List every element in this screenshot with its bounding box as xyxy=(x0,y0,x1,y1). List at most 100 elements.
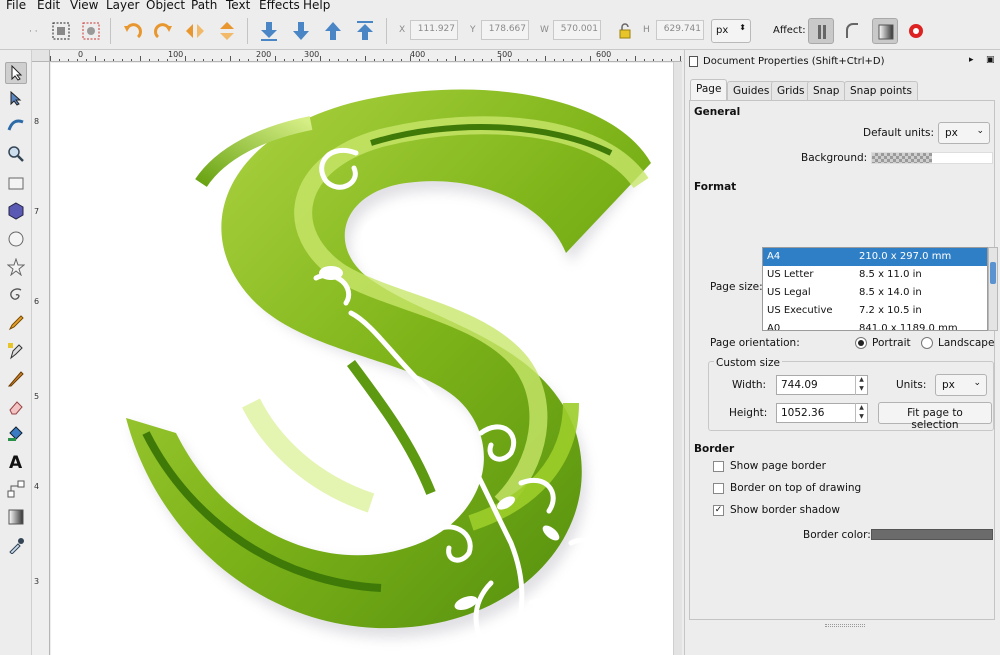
format-heading: Format xyxy=(694,181,737,193)
border-on-top-label: Border on top of drawing xyxy=(730,482,862,494)
menu-help[interactable]: Help xyxy=(303,0,330,12)
height-value: 1052.36 xyxy=(781,407,825,419)
star-tool-icon[interactable] xyxy=(5,256,27,278)
menu-layer[interactable]: Layer xyxy=(106,0,139,12)
eraser-tool-icon[interactable] xyxy=(5,396,27,418)
vertical-ruler[interactable]: 8 7 6 5 4 3 xyxy=(32,62,50,655)
menu-path[interactable]: Path xyxy=(191,0,217,12)
panel-resize-grip[interactable] xyxy=(825,624,865,627)
scrollbar-thumb[interactable] xyxy=(990,262,996,284)
tweak-tool-icon[interactable] xyxy=(5,114,27,136)
border-on-top-checkbox[interactable] xyxy=(713,483,724,494)
x-label: X xyxy=(399,25,406,35)
ruler-corner xyxy=(32,50,50,62)
width-spinner-icon[interactable]: ▲ ▼ xyxy=(855,375,867,395)
y-field[interactable]: 178.667 xyxy=(481,20,529,40)
pen-tool-icon[interactable] xyxy=(5,340,27,362)
width-label: Width: xyxy=(732,379,767,391)
show-page-border-checkbox[interactable] xyxy=(713,461,724,472)
x-field[interactable]: 111.927 xyxy=(410,20,458,40)
node-tool-icon[interactable] xyxy=(5,88,27,110)
menu-effects[interactable]: Effects xyxy=(259,0,300,12)
unit-select[interactable]: px ⬍ xyxy=(711,19,751,43)
rotate-ccw-icon[interactable] xyxy=(120,18,146,44)
affect-patterns-button[interactable] xyxy=(903,18,929,44)
background-color-swatch[interactable] xyxy=(871,152,993,164)
select-all-layers-button[interactable] xyxy=(78,18,104,44)
h-field[interactable]: 629.741 xyxy=(656,20,704,40)
units-select[interactable]: px ⌄ xyxy=(935,374,987,396)
lock-icon[interactable] xyxy=(612,18,638,44)
lower-to-bottom-icon[interactable] xyxy=(256,18,282,44)
dropper-tool-icon[interactable] xyxy=(5,534,27,556)
green-s-artwork xyxy=(126,89,651,655)
page-size-label: Page size: xyxy=(710,281,763,293)
width-field[interactable]: 744.09 ▲ ▼ xyxy=(776,375,868,395)
calligraphy-tool-icon[interactable] xyxy=(5,368,27,390)
list-item[interactable]: US Letter 8.5 x 11.0 in xyxy=(763,266,987,284)
default-units-select[interactable]: px ⌄ xyxy=(938,122,990,144)
affect-stroke-width-button[interactable] xyxy=(808,18,834,44)
raise-to-top-icon[interactable] xyxy=(352,18,378,44)
connector-tool-icon[interactable] xyxy=(5,478,27,500)
flip-horizontal-icon[interactable] xyxy=(182,18,208,44)
border-heading: Border xyxy=(694,443,735,455)
pencil-tool-icon[interactable] xyxy=(5,312,27,334)
page-size-scrollbar[interactable] xyxy=(988,247,998,331)
panel-collapse-icon[interactable]: ▸ xyxy=(969,55,974,65)
horizontal-ruler[interactable]: 0 100 200 300 400 500 600 xyxy=(50,50,682,62)
menu-object[interactable]: Object xyxy=(146,0,185,12)
paint-bucket-tool-icon[interactable] xyxy=(5,422,27,444)
ruler-label: 7 xyxy=(34,207,40,216)
lower-icon[interactable] xyxy=(288,18,314,44)
border-color-label: Border color: xyxy=(803,529,871,541)
canvas-vertical-scrollbar[interactable] xyxy=(673,62,682,655)
show-border-shadow-checkbox[interactable]: ✓ xyxy=(713,505,724,516)
list-item[interactable]: US Executive 7.2 x 10.5 in xyxy=(763,302,987,320)
ruler-label: 100 xyxy=(168,50,184,59)
3d-box-tool-icon[interactable] xyxy=(5,200,27,222)
page-tab-body: General Default units: px ⌄ Background: F… xyxy=(689,100,998,620)
tab-guides[interactable]: Guides xyxy=(727,81,776,101)
page-size-list[interactable]: A4 210.0 x 297.0 mm US Letter 8.5 x 11.0 i… xyxy=(762,247,988,331)
width-value: 744.09 xyxy=(781,379,818,391)
affect-rounded-corners-button[interactable] xyxy=(840,18,866,44)
tab-grids[interactable]: Grids xyxy=(771,81,811,101)
raise-icon[interactable] xyxy=(320,18,346,44)
gradient-tool-icon[interactable] xyxy=(5,506,27,528)
affect-gradients-button[interactable] xyxy=(872,18,898,44)
w-field[interactable]: 570.001 xyxy=(553,20,601,40)
list-item[interactable]: US Legal 8.5 x 14.0 in xyxy=(763,284,987,302)
tab-snap-points[interactable]: Snap points xyxy=(844,81,919,101)
list-item-a4[interactable]: A4 210.0 x 297.0 mm xyxy=(763,248,987,266)
panel-close-icon[interactable]: ▣ xyxy=(986,55,995,65)
tab-snap[interactable]: Snap xyxy=(807,81,846,101)
height-field[interactable]: 1052.36 ▲ ▼ xyxy=(776,403,868,423)
units-label: Units: xyxy=(896,379,927,391)
menu-text[interactable]: Text xyxy=(226,0,250,12)
rotate-cw-icon[interactable] xyxy=(150,18,176,44)
drawing-canvas[interactable] xyxy=(51,63,673,655)
ruler-label: 6 xyxy=(34,297,40,306)
menu-edit[interactable]: Edit xyxy=(37,0,60,12)
portrait-radio[interactable] xyxy=(855,337,867,349)
tab-page[interactable]: Page xyxy=(690,79,728,101)
text-tool-icon[interactable]: A xyxy=(5,450,27,472)
border-color-swatch[interactable] xyxy=(871,529,993,540)
list-item[interactable]: A0 841.0 x 1189.0 mm xyxy=(763,320,987,330)
landscape-radio[interactable] xyxy=(921,337,933,349)
default-units-value: px xyxy=(945,127,958,139)
flip-vertical-icon[interactable] xyxy=(214,18,240,44)
rectangle-tool-icon[interactable] xyxy=(5,172,27,194)
spiral-tool-icon[interactable] xyxy=(5,284,27,306)
menu-file[interactable]: File xyxy=(6,0,26,12)
menu-bar: File Edit View Layer Object Path Text Ef… xyxy=(0,0,1000,12)
zoom-tool-icon[interactable] xyxy=(5,143,27,165)
h-label: H xyxy=(643,25,650,35)
ellipse-tool-icon[interactable] xyxy=(5,228,27,250)
menu-view[interactable]: View xyxy=(70,0,98,12)
fit-page-to-selection-button[interactable]: Fit page to selection xyxy=(878,402,992,431)
height-spinner-icon[interactable]: ▲ ▼ xyxy=(855,403,867,423)
select-all-button[interactable] xyxy=(48,18,74,44)
selector-tool-icon[interactable] xyxy=(5,62,27,84)
